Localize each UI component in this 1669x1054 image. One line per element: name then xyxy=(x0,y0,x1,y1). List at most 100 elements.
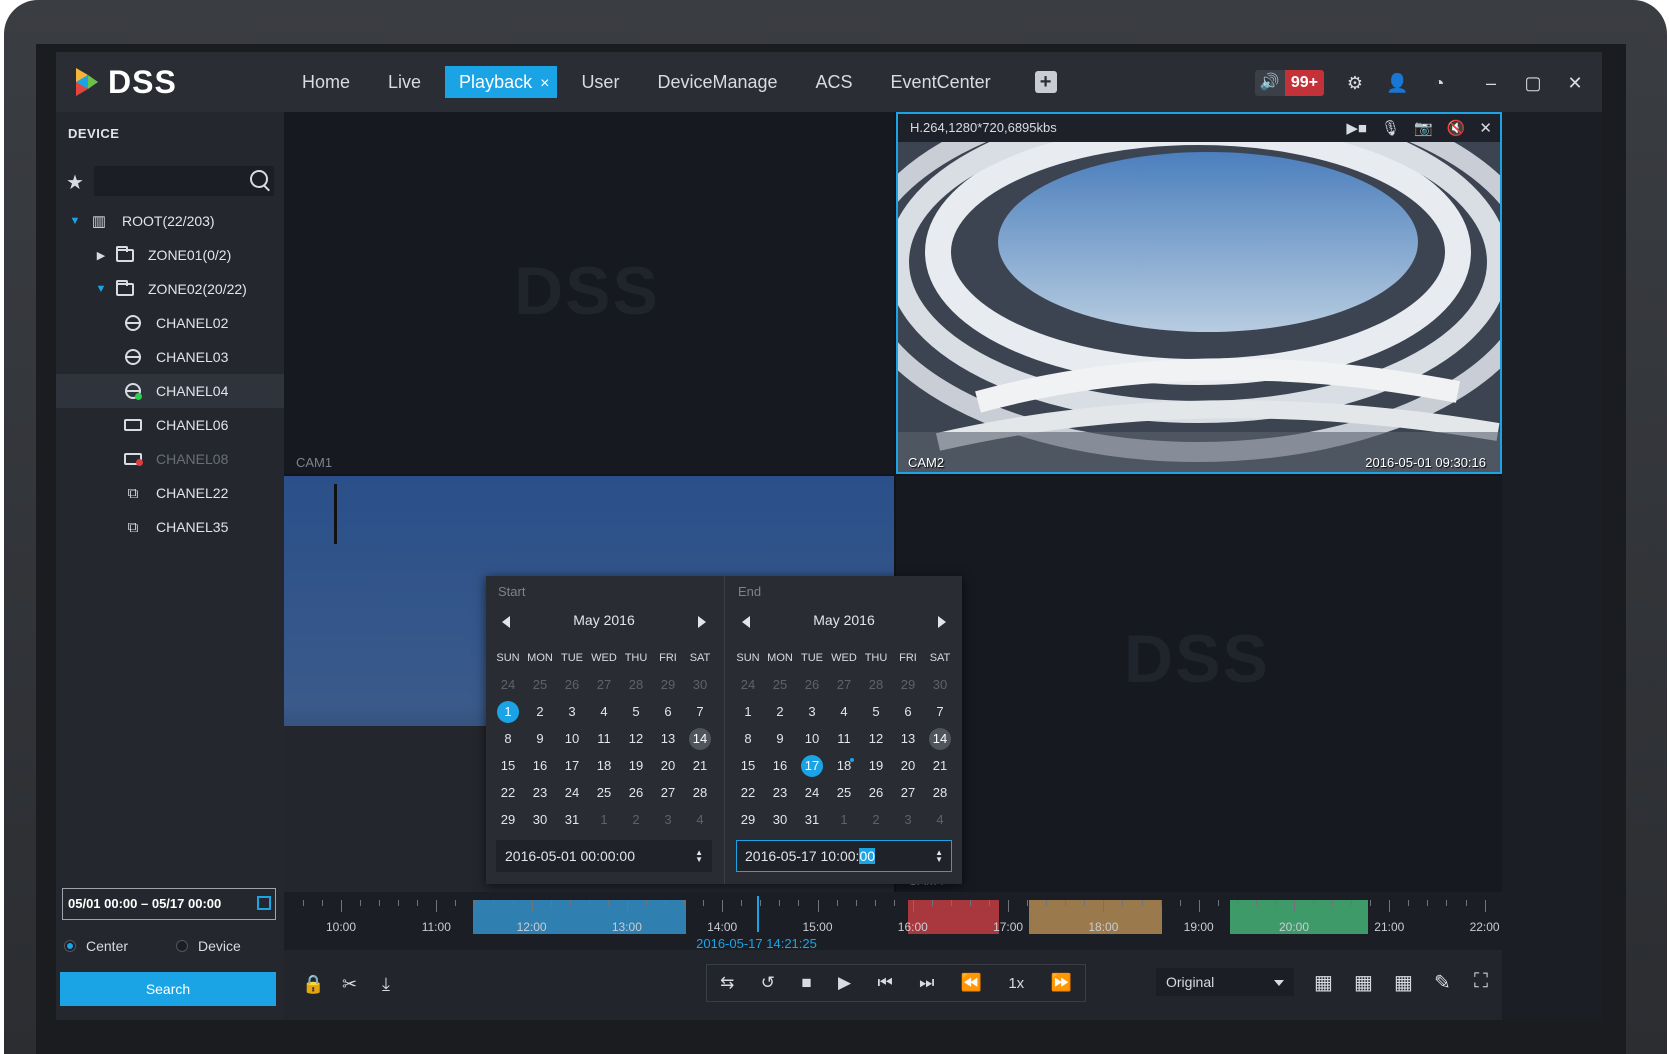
day-cell[interactable]: 29 xyxy=(492,812,524,827)
day-cell[interactable]: 28 xyxy=(924,785,956,800)
day-cell[interactable]: 11 xyxy=(828,731,860,746)
timeline-cursor[interactable] xyxy=(756,896,759,932)
day-cell[interactable]: 28 xyxy=(860,677,892,692)
collapsed-caret-icon[interactable]: ▶ xyxy=(94,249,108,262)
nav-user[interactable]: User xyxy=(567,66,633,98)
stop-icon[interactable]: ■ xyxy=(801,973,811,993)
search-icon[interactable] xyxy=(250,170,268,188)
day-cell[interactable]: 9 xyxy=(524,731,556,746)
tree-item-chanel06[interactable]: CHANEL06 xyxy=(56,408,284,442)
microphone-icon[interactable]: 🎙 xyxy=(1381,119,1400,137)
snapshot-icon[interactable]: 📷 xyxy=(1414,119,1433,137)
day-cell[interactable]: 3 xyxy=(652,812,684,827)
day-cell[interactable]: 28 xyxy=(684,785,716,800)
day-cell[interactable]: 13 xyxy=(652,731,684,746)
nav-home[interactable]: Home xyxy=(288,66,364,98)
tree-item-chanel02[interactable]: CHANEL02 xyxy=(56,306,284,340)
sync-icon[interactable]: ⇆ xyxy=(720,973,734,993)
slow-icon[interactable]: ⏪ xyxy=(961,973,982,993)
day-cell[interactable]: 25 xyxy=(588,785,620,800)
day-cell[interactable]: 26 xyxy=(556,677,588,692)
day-cell[interactable]: 8 xyxy=(492,731,524,746)
day-cell[interactable]: 21 xyxy=(924,758,956,773)
nav-eventcenter[interactable]: EventCenter xyxy=(877,66,1005,98)
day-cell[interactable]: 8 xyxy=(732,731,764,746)
device-search-input[interactable] xyxy=(94,166,274,196)
day-cell[interactable]: 5 xyxy=(620,704,652,719)
day-cell[interactable]: 15 xyxy=(732,758,764,773)
day-cell[interactable]: 22 xyxy=(732,785,764,800)
day-cell[interactable]: 10 xyxy=(556,731,588,746)
day-cell[interactable]: 30 xyxy=(764,812,796,827)
day-cell[interactable]: 2 xyxy=(620,812,652,827)
recording-segment[interactable] xyxy=(472,900,686,934)
day-cell[interactable]: 27 xyxy=(588,677,620,692)
search-button[interactable]: Search xyxy=(60,972,276,1006)
day-cell[interactable]: 17 xyxy=(556,758,588,773)
reverse-icon[interactable]: ↺ xyxy=(761,973,775,993)
time-range-field[interactable]: 05/01 00:00 – 05/17 00:00 xyxy=(62,888,276,920)
day-cell[interactable]: 25 xyxy=(524,677,556,692)
tree-item-root[interactable]: ▼ ▥ ROOT(22/203) xyxy=(56,204,284,238)
day-cell[interactable]: 20 xyxy=(892,758,924,773)
day-cell[interactable]: 7 xyxy=(684,704,716,719)
day-cell[interactable]: 1 xyxy=(828,812,860,827)
tree-item-chanel35[interactable]: ⧉ CHANEL35 xyxy=(56,510,284,544)
day-cell-selected[interactable]: 17 xyxy=(796,754,828,777)
day-cell[interactable]: 15 xyxy=(492,758,524,773)
day-cell[interactable]: 2 xyxy=(860,812,892,827)
next-frame-icon[interactable]: ⏭ xyxy=(919,973,934,993)
prev-month-icon[interactable] xyxy=(502,616,510,628)
day-cell[interactable]: 4 xyxy=(684,812,716,827)
day-cell[interactable]: 18 xyxy=(828,758,860,773)
fast-icon[interactable]: ⏩ xyxy=(1051,973,1072,993)
speed-label[interactable]: 1x xyxy=(1008,975,1024,992)
day-cell[interactable]: 16 xyxy=(524,758,556,773)
add-tab-icon[interactable]: + xyxy=(1034,71,1057,93)
close-tab-icon[interactable]: × xyxy=(540,75,549,92)
nav-playback[interactable]: Playback × xyxy=(445,66,558,98)
minimize-icon[interactable]: – xyxy=(1480,73,1502,94)
start-datetime-input[interactable]: 2016-05-01 00:00:00 ▲ ▼ xyxy=(496,840,712,872)
day-cell[interactable]: 21 xyxy=(684,758,716,773)
day-cell[interactable]: 30 xyxy=(684,677,716,692)
day-cell[interactable]: 29 xyxy=(892,677,924,692)
day-cell[interactable]: 4 xyxy=(924,812,956,827)
close-icon[interactable]: ✕ xyxy=(1479,119,1492,137)
play-icon[interactable]: ▶ xyxy=(838,973,851,993)
expanded-caret-icon[interactable]: ▼ xyxy=(94,283,108,295)
next-month-icon[interactable] xyxy=(938,616,946,628)
day-cell[interactable]: 4 xyxy=(588,704,620,719)
tree-item-zone02[interactable]: ▼ ZONE02(20/22) xyxy=(56,272,284,306)
day-cell[interactable]: 26 xyxy=(620,785,652,800)
radio-center[interactable] xyxy=(64,940,76,952)
day-cell[interactable]: 5 xyxy=(860,704,892,719)
day-cell[interactable]: 9 xyxy=(764,731,796,746)
layout-9-icon[interactable]: ▦ xyxy=(1354,970,1373,995)
previous-frame-icon[interactable]: ⏮ xyxy=(877,973,892,993)
day-cell[interactable]: 3 xyxy=(796,704,828,719)
tree-item-chanel22[interactable]: ⧉ CHANEL22 xyxy=(56,476,284,510)
day-cell[interactable]: 11 xyxy=(588,731,620,746)
day-cell[interactable]: 27 xyxy=(828,677,860,692)
day-cell[interactable]: 23 xyxy=(764,785,796,800)
prev-month-icon[interactable] xyxy=(742,616,750,628)
day-cell[interactable]: 24 xyxy=(492,677,524,692)
layout-4-icon[interactable]: ▦ xyxy=(1314,970,1333,995)
day-cell[interactable]: 26 xyxy=(860,785,892,800)
day-cell[interactable]: 23 xyxy=(524,785,556,800)
tree-item-chanel04[interactable]: CHANEL04 xyxy=(56,374,284,408)
next-month-icon[interactable] xyxy=(698,616,706,628)
day-cell[interactable]: 24 xyxy=(556,785,588,800)
day-cell[interactable]: 6 xyxy=(652,704,684,719)
day-cell[interactable]: 3 xyxy=(556,704,588,719)
day-cell[interactable]: 24 xyxy=(796,785,828,800)
playback-timeline[interactable]: 2016-05-17 14:21:25 10:00 11:00 12:00 13:00… xyxy=(284,892,1502,951)
layout-16-icon[interactable]: ▦ xyxy=(1394,970,1413,995)
nav-acs[interactable]: ACS xyxy=(802,66,867,98)
day-cell[interactable]: 24 xyxy=(732,677,764,692)
day-cell[interactable]: 25 xyxy=(764,677,796,692)
download-icon[interactable]: ⤓ xyxy=(382,974,390,995)
day-cell[interactable]: 31 xyxy=(556,812,588,827)
day-cell[interactable]: 2 xyxy=(524,704,556,719)
